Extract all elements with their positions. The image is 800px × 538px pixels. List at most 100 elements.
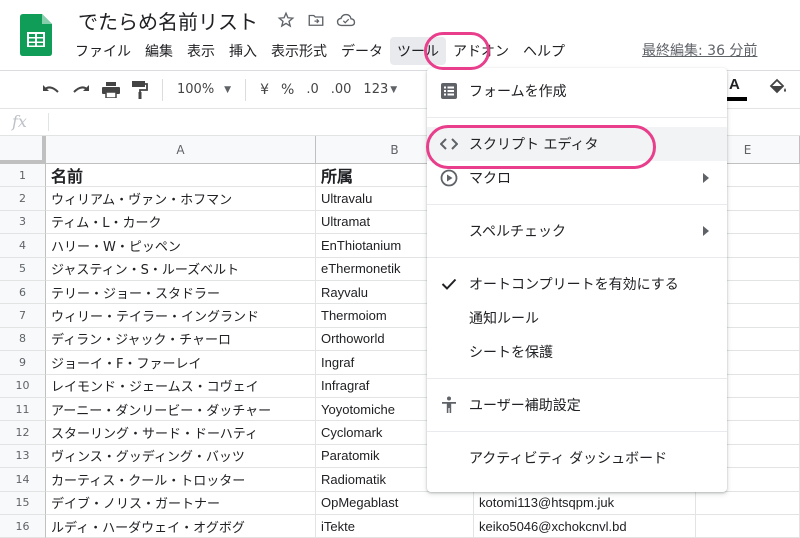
decrease-decimal-button[interactable]: .0 (300, 76, 324, 104)
row-header[interactable]: 1 (0, 164, 46, 188)
star-icon[interactable] (276, 10, 296, 30)
menu-item-script-editor[interactable]: スクリプト エディタ (427, 127, 727, 161)
form-icon (439, 81, 459, 101)
toolbar-divider (245, 78, 247, 101)
cell-name[interactable]: ウィリアム・ヴァン・ホフマン (46, 187, 316, 211)
row-header[interactable]: 2 (0, 187, 46, 211)
row-header[interactable]: 4 (0, 234, 46, 258)
menu-item-notification-rules[interactable]: 通知ルール (427, 301, 727, 335)
menu-data[interactable]: データ (334, 37, 390, 65)
zoom-value: 100% (177, 82, 215, 97)
redo-icon[interactable] (66, 76, 96, 104)
tools-menu-dropdown: フォームを作成 スクリプト エディタ マクロ スペルチェック オートコンプリート… (427, 68, 727, 492)
paint-format-icon[interactable] (126, 76, 154, 104)
row-header[interactable]: 9 (0, 351, 46, 375)
row-header[interactable]: 13 (0, 444, 46, 469)
row-header[interactable]: 16 (0, 515, 46, 538)
cell-name[interactable]: ルディ・ハーダウェイ・オグボグ (46, 515, 316, 538)
cell-empty[interactable] (696, 491, 800, 515)
row-header[interactable]: 5 (0, 257, 46, 281)
fill-color-icon[interactable] (768, 78, 788, 96)
cell-name[interactable]: テリー・ジョー・スタドラー (46, 281, 316, 305)
menu-item-autocomplete[interactable]: オートコンプリートを有効にする (427, 267, 727, 301)
menu-format[interactable]: 表示形式 (264, 37, 334, 65)
cell-name[interactable]: ディラン・ジャック・チャーロ (46, 327, 316, 352)
row-header[interactable]: 7 (0, 304, 46, 328)
cell-name[interactable]: ティム・L・カーク (46, 210, 316, 235)
select-all-corner[interactable] (0, 136, 46, 164)
cell-name[interactable]: カーティス・クール・トロッター (46, 468, 316, 492)
chevron-down-icon: ▼ (224, 84, 232, 95)
menu-item-label: ユーザー補助設定 (469, 398, 581, 414)
table-row: 16 ルディ・ハーダウェイ・オグボグ iTekte keiko5046@xchokcn… (0, 515, 800, 538)
cell-email[interactable]: kotomi113@htsqpm.juk (474, 491, 696, 515)
increase-decimal-label: .00 (330, 82, 352, 97)
cell-name[interactable]: アーニー・ダンリービー・ダッチャー (46, 398, 316, 422)
formula-divider (48, 113, 49, 131)
cell-email[interactable]: keiko5046@xchokcnvl.bd (474, 515, 696, 538)
menu-item-protect-sheet[interactable]: シートを保護 (427, 335, 727, 369)
more-formats-button[interactable]: 123 ▼ (357, 76, 403, 104)
cloud-saved-icon[interactable] (336, 10, 356, 30)
row-header[interactable]: 8 (0, 327, 46, 352)
menu-divider (427, 204, 727, 205)
menu-item-label: オートコンプリートを有効にする (469, 277, 679, 293)
row-header[interactable]: 10 (0, 374, 46, 398)
percent-format-button[interactable]: % (275, 76, 300, 104)
decrease-decimal-label: .0 (306, 82, 319, 97)
sheets-logo-icon[interactable] (20, 14, 52, 56)
row-header[interactable]: 15 (0, 491, 46, 515)
cell-name[interactable]: ジョーイ・F・ファーレイ (46, 351, 316, 375)
cell-affiliation[interactable]: OpMegablast (316, 491, 474, 515)
row-header[interactable]: 14 (0, 468, 46, 492)
code-icon (439, 134, 459, 154)
menu-tools[interactable]: ツール (390, 37, 446, 65)
menu-insert[interactable]: 挿入 (222, 37, 264, 65)
cell-name[interactable]: レイモンド・ジェームス・コヴェイ (46, 374, 316, 398)
text-color-button[interactable]: A (729, 76, 740, 93)
cell-name[interactable]: ヴィンス・グッディング・バッツ (46, 444, 316, 469)
menu-item-macros[interactable]: マクロ (427, 161, 727, 195)
table-row: 15 デイブ・ノリス・ガートナー OpMegablast kotomi113@htsq… (0, 491, 800, 515)
row-header[interactable]: 3 (0, 210, 46, 235)
cell-name[interactable]: 名前 (46, 164, 316, 188)
menu-item-label: スクリプト エディタ (469, 137, 599, 153)
cell-name[interactable]: ハリー・W・ピッペン (46, 234, 316, 258)
menu-view[interactable]: 表示 (180, 37, 222, 65)
row-header[interactable]: 11 (0, 398, 46, 422)
menu-item-label: マクロ (469, 171, 511, 187)
menu-item-spellcheck[interactable]: スペルチェック (427, 214, 727, 248)
cell-affiliation[interactable]: iTekte (316, 515, 474, 538)
menu-edit[interactable]: 編集 (138, 37, 180, 65)
increase-decimal-button[interactable]: .00 (325, 76, 358, 104)
print-icon[interactable] (96, 76, 126, 104)
menu-item-activity-dashboard[interactable]: アクティビティ ダッシュボード (427, 441, 727, 475)
play-circle-icon (439, 168, 459, 188)
fx-icon: fx (12, 112, 27, 131)
row-header[interactable]: 6 (0, 281, 46, 305)
undo-icon[interactable] (36, 76, 66, 104)
text-color-swatch (727, 97, 747, 101)
menu-file[interactable]: ファイル (68, 37, 138, 65)
menu-item-label: 通知ルール (469, 311, 539, 327)
menu-addons[interactable]: アドオン (446, 37, 516, 65)
cell-name[interactable]: デイブ・ノリス・ガートナー (46, 491, 316, 515)
menu-item-accessibility[interactable]: ユーザー補助設定 (427, 388, 727, 422)
document-title[interactable]: でたらめ名前リスト (78, 6, 258, 35)
row-header[interactable]: 12 (0, 421, 46, 445)
menu-item-create-form[interactable]: フォームを作成 (427, 74, 727, 108)
accessibility-icon (439, 395, 459, 415)
zoom-select[interactable]: 100% ▼ (171, 76, 237, 104)
cell-name[interactable]: スターリング・サード・ドーハティ (46, 421, 316, 445)
cell-name[interactable]: ウィリー・テイラー・イングランド (46, 304, 316, 328)
check-icon (439, 274, 459, 294)
cell-name[interactable]: ジャスティン・S・ルーズベルト (46, 257, 316, 281)
currency-format-button[interactable]: ¥ (254, 76, 275, 104)
column-header-a[interactable]: A (46, 136, 316, 164)
submenu-arrow-icon (703, 173, 709, 183)
move-to-folder-icon[interactable] (306, 10, 326, 30)
last-edit-link[interactable]: 最終編集: 36 分前 (642, 40, 757, 60)
menu-divider (427, 257, 727, 258)
menu-help[interactable]: ヘルプ (516, 37, 572, 65)
cell-empty[interactable] (696, 515, 800, 538)
